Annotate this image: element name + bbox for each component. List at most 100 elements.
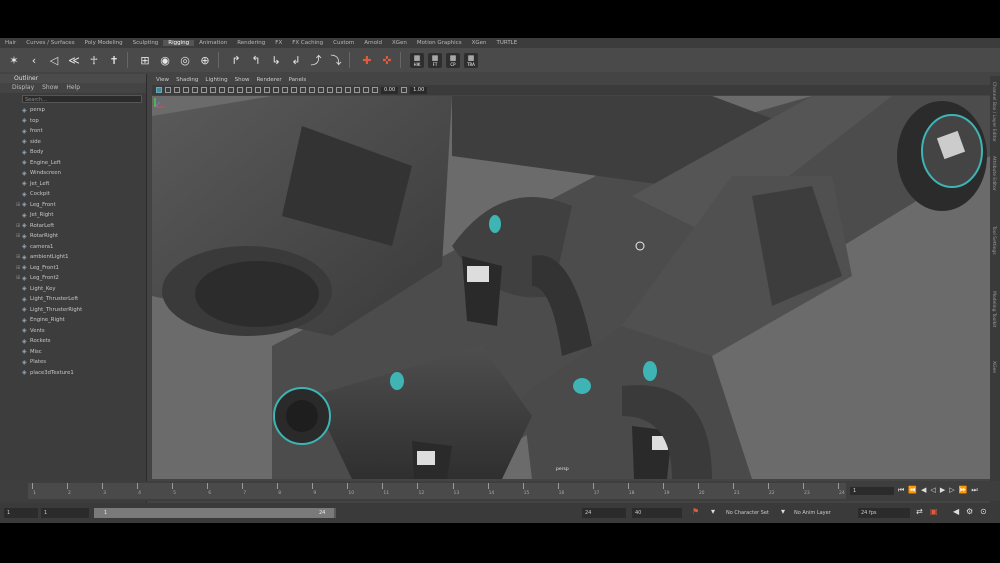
playback-end-field[interactable]: 24: [582, 508, 626, 518]
go-to-end-icon[interactable]: ⏭: [971, 486, 977, 495]
bookmark-icon[interactable]: [174, 87, 180, 93]
viewport-menu[interactable]: Show: [235, 76, 250, 84]
parent-constraint-icon[interactable]: ↲: [287, 51, 305, 69]
step-back-frame-icon[interactable]: ◀: [921, 486, 926, 495]
key-icon[interactable]: ▣: [930, 507, 938, 516]
outliner-item[interactable]: ◈ Windscreen: [16, 168, 138, 179]
pole-vector-icon[interactable]: ⤴: [307, 51, 325, 69]
ik-icon[interactable]: ▦ FT: [428, 52, 442, 68]
anim-layer-icon[interactable]: ▾: [781, 507, 785, 516]
outliner-search-input[interactable]: Search...: [22, 95, 142, 103]
viewport-menu[interactable]: Panels: [289, 76, 307, 84]
loop-icon[interactable]: ⇄: [916, 507, 923, 516]
outliner-item[interactable]: ◈ Engine_Left: [16, 158, 138, 169]
shelf-tab[interactable]: Hair: [0, 40, 21, 46]
joint-tool-icon[interactable]: ✶: [5, 51, 23, 69]
play-forward-icon[interactable]: ▶: [940, 486, 945, 495]
playback-start-field[interactable]: 1: [41, 508, 89, 518]
outliner-menu[interactable]: Display: [12, 83, 34, 93]
step-back-key-icon[interactable]: ⏪: [908, 486, 917, 495]
outliner-item[interactable]: ⊞ ◈ RotarRight: [16, 231, 138, 242]
outliner-item[interactable]: ⊞ ◈ Leg_Front: [16, 200, 138, 211]
gamma-icon[interactable]: [401, 87, 408, 93]
ao-icon[interactable]: [309, 87, 315, 93]
range-slider[interactable]: 1 24: [94, 508, 336, 518]
right-panel-tab[interactable]: Modeling Toolkit: [991, 291, 996, 327]
sound-icon[interactable]: ◀: [953, 507, 959, 516]
gamma-field[interactable]: 1.00: [410, 86, 428, 94]
viewport-menu[interactable]: Renderer: [256, 76, 281, 84]
outliner-menu[interactable]: Help: [66, 83, 80, 93]
outliner-item[interactable]: ◈ persp: [16, 105, 138, 116]
go-to-start-icon[interactable]: ⏮: [898, 486, 904, 495]
step-forward-frame-icon[interactable]: ▷: [949, 486, 954, 495]
viewport-menu[interactable]: View: [156, 76, 169, 84]
mirror-joint-icon[interactable]: ≪: [65, 51, 83, 69]
outliner-item[interactable]: ◈ Plates: [16, 357, 138, 368]
skeleton-icon[interactable]: ☥: [85, 51, 103, 69]
motion-blur-icon[interactable]: [318, 87, 324, 93]
time-ruler[interactable]: 1 2 3 4 5 6 7 8 9 10 11 12 13 14 15 16 17 18 19 20 21 22 23 24: [28, 483, 846, 499]
outliner-item[interactable]: ⊞ ◈ ambientLight1: [16, 252, 138, 263]
safe-title-icon[interactable]: [246, 87, 252, 93]
outliner-item[interactable]: ◈ Light_ThrusterLeft: [16, 294, 138, 305]
range-slider-thumb[interactable]: [94, 508, 334, 518]
outliner-item[interactable]: ⊞ ◈ RotarLeft: [16, 221, 138, 232]
character-set-icon[interactable]: ▾: [711, 507, 715, 516]
select-camera-icon[interactable]: [156, 87, 162, 93]
3d-viewport[interactable]: persp: [152, 96, 990, 479]
hik-icon[interactable]: ▦ HIK: [410, 52, 424, 68]
isolate-select-icon[interactable]: [336, 87, 342, 93]
viewport-menu[interactable]: Shading: [176, 76, 198, 84]
aim-constraint-icon[interactable]: ↰: [247, 51, 265, 69]
tra-icon[interactable]: ▦ TRA: [464, 52, 478, 68]
end-time-field[interactable]: 40: [632, 508, 682, 518]
shelf-tab[interactable]: Poly Modeling: [80, 40, 128, 46]
outliner-item[interactable]: ◈ Jet_Left: [16, 179, 138, 190]
exposure-field[interactable]: 0.00: [381, 86, 399, 94]
play-back-icon[interactable]: ◁: [930, 486, 935, 495]
outliner-item[interactable]: ◈ Cockpit: [16, 189, 138, 200]
xray-joints-icon[interactable]: [354, 87, 360, 93]
outliner-menu[interactable]: Show: [42, 83, 58, 93]
character-set-menu[interactable]: No Character Set: [726, 508, 769, 518]
outliner-item[interactable]: ⊞ ◈ Leg_Front2: [16, 273, 138, 284]
grid-icon[interactable]: [192, 87, 198, 93]
shelf-tab[interactable]: Motion Graphics: [412, 40, 467, 46]
point-constraint-icon[interactable]: ↱: [227, 51, 245, 69]
orient-constraint-icon[interactable]: ↳: [267, 51, 285, 69]
outliner-item[interactable]: ◈ front: [16, 126, 138, 137]
shelf-tab[interactable]: XGen: [387, 40, 412, 46]
shelf-tab[interactable]: Sculpting: [128, 40, 164, 46]
shelf-tab[interactable]: Curves / Surfaces: [21, 40, 79, 46]
paint-weights-icon[interactable]: ◎: [176, 51, 194, 69]
shadows-icon[interactable]: [300, 87, 306, 93]
xray-icon[interactable]: [345, 87, 351, 93]
camera-attr-icon[interactable]: [165, 87, 171, 93]
locator-icon[interactable]: ✚: [358, 51, 376, 69]
textured-icon[interactable]: [282, 87, 288, 93]
bind-skin-icon[interactable]: ⊞: [136, 51, 154, 69]
outliner-item[interactable]: ◈ Rockets: [16, 336, 138, 347]
safe-action-icon[interactable]: [237, 87, 243, 93]
outliner-item[interactable]: ⊞ ◈ Leg_Front1: [16, 263, 138, 274]
antialias-icon[interactable]: [327, 87, 333, 93]
outliner-item[interactable]: ◈ Misc: [16, 347, 138, 358]
field-chart-icon[interactable]: [228, 87, 234, 93]
shelf-tab[interactable]: XGen: [467, 40, 492, 46]
humanik-icon[interactable]: ✝: [105, 51, 123, 69]
smooth-shade-icon[interactable]: [264, 87, 270, 93]
shelf-tab[interactable]: Rendering: [232, 40, 270, 46]
ik-handle-icon[interactable]: ‹: [25, 51, 43, 69]
cluster-icon[interactable]: ✜: [378, 51, 396, 69]
lattice-icon[interactable]: ⊕: [196, 51, 214, 69]
fps-menu[interactable]: 24 fps: [858, 508, 910, 518]
geometry-constraint-icon[interactable]: ⤵: [327, 51, 345, 69]
smooth-bind-icon[interactable]: ◉: [156, 51, 174, 69]
cp-icon[interactable]: ▦ CP: [446, 52, 460, 68]
shelf-tab[interactable]: Animation: [194, 40, 232, 46]
outliner-item[interactable]: ◈ Body: [16, 147, 138, 158]
resolution-gate-icon[interactable]: [210, 87, 216, 93]
viewport-menu[interactable]: Lighting: [205, 76, 227, 84]
outliner-item[interactable]: ◈ Light_Key: [16, 284, 138, 295]
